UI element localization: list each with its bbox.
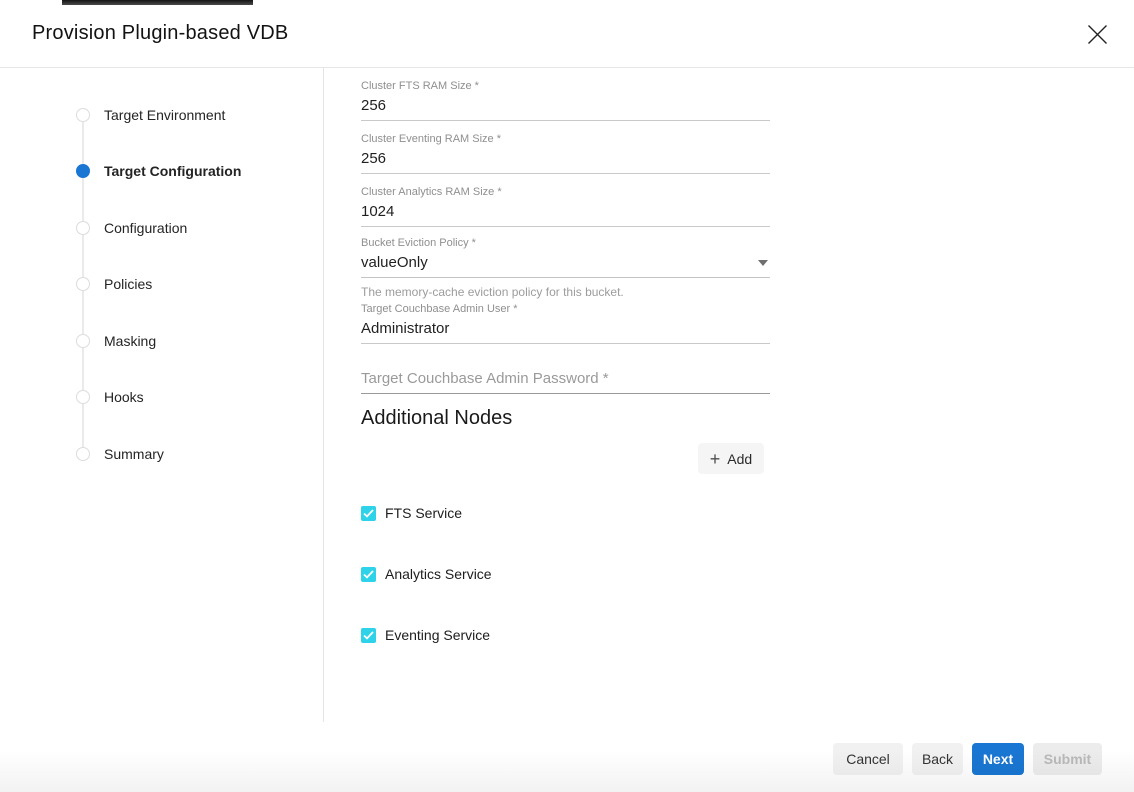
step-label: Configuration — [104, 220, 187, 236]
field-cluster-analytics-ram-size: Cluster Analytics RAM Size * — [361, 186, 770, 227]
stepper-item-target-environment[interactable]: Target Environment — [76, 105, 225, 125]
bottom-shadow — [0, 750, 1134, 792]
selected-option: valueOnly — [361, 254, 428, 271]
field-label: Cluster FTS RAM Size * — [361, 80, 770, 93]
checkmark-icon — [363, 570, 374, 579]
fts-service-checkbox-row[interactable]: FTS Service — [361, 505, 462, 521]
cluster-eventing-ram-size-input[interactable] — [361, 148, 770, 174]
checkmark-icon — [363, 509, 374, 518]
step-circle-icon — [76, 277, 90, 291]
checkbox-label: Eventing Service — [385, 627, 490, 643]
stepper-item-summary[interactable]: Summary — [76, 444, 164, 464]
checkbox-checked-icon[interactable] — [361, 506, 376, 521]
step-circle-icon — [76, 221, 90, 235]
dropdown-arrow-icon — [758, 260, 768, 266]
target-couchbase-admin-password-input[interactable] — [361, 368, 770, 394]
field-label: Cluster Analytics RAM Size * — [361, 186, 770, 199]
dialog-title: Provision Plugin-based VDB — [32, 22, 288, 45]
step-circle-icon — [76, 390, 90, 404]
cluster-fts-ram-size-input[interactable] — [361, 95, 770, 121]
step-label: Policies — [104, 276, 152, 292]
step-circle-icon — [76, 108, 90, 122]
field-cluster-fts-ram-size: Cluster FTS RAM Size * — [361, 80, 770, 121]
field-helper-text: The memory-cache eviction policy for thi… — [361, 285, 770, 299]
provision-vdb-dialog: Provision Plugin-based VDB Target Enviro… — [0, 0, 1134, 792]
close-button[interactable] — [1084, 21, 1110, 47]
cluster-analytics-ram-size-input[interactable] — [361, 201, 770, 227]
stepper-item-hooks[interactable]: Hooks — [76, 387, 144, 407]
field-label: Cluster Eventing RAM Size * — [361, 133, 770, 146]
step-label: Target Configuration — [104, 163, 241, 179]
field-target-couchbase-admin-user: Target Couchbase Admin User * — [361, 303, 770, 344]
field-bucket-eviction-policy: Bucket Eviction Policy * valueOnly The m… — [361, 237, 770, 299]
back-button[interactable]: Back — [912, 743, 963, 775]
checkbox-checked-icon[interactable] — [361, 567, 376, 582]
target-couchbase-admin-user-input[interactable] — [361, 318, 770, 344]
analytics-service-checkbox-row[interactable]: Analytics Service — [361, 566, 492, 582]
stepper-item-masking[interactable]: Masking — [76, 331, 156, 351]
additional-nodes-heading: Additional Nodes — [361, 407, 512, 430]
eventing-service-checkbox-row[interactable]: Eventing Service — [361, 627, 490, 643]
field-target-couchbase-admin-password — [361, 368, 770, 394]
checkbox-checked-icon[interactable] — [361, 628, 376, 643]
step-label: Target Environment — [104, 107, 225, 123]
field-label: Bucket Eviction Policy * — [361, 237, 770, 250]
add-node-button[interactable]: + Add — [698, 443, 764, 474]
close-icon — [1086, 23, 1109, 46]
checkmark-icon — [363, 631, 374, 640]
bucket-eviction-policy-select[interactable]: valueOnly — [361, 252, 770, 278]
checkbox-label: Analytics Service — [385, 566, 492, 582]
stepper-item-policies[interactable]: Policies — [76, 274, 152, 294]
step-circle-icon — [76, 447, 90, 461]
checkbox-label: FTS Service — [385, 505, 462, 521]
step-circle-active-icon — [76, 164, 90, 178]
step-label: Hooks — [104, 389, 144, 405]
field-cluster-eventing-ram-size: Cluster Eventing RAM Size * — [361, 133, 770, 174]
dialog-header: Provision Plugin-based VDB — [0, 0, 1134, 68]
step-label: Masking — [104, 333, 156, 349]
submit-button: Submit — [1033, 743, 1102, 775]
step-label: Summary — [104, 446, 164, 462]
step-circle-icon — [76, 334, 90, 348]
add-button-label: Add — [727, 451, 752, 467]
field-label: Target Couchbase Admin User * — [361, 303, 770, 316]
cancel-button[interactable]: Cancel — [833, 743, 903, 775]
plus-icon: + — [710, 452, 721, 466]
vertical-divider — [323, 68, 324, 722]
stepper-item-target-configuration[interactable]: Target Configuration — [76, 161, 241, 181]
stepper-item-configuration[interactable]: Configuration — [76, 218, 187, 238]
next-button[interactable]: Next — [972, 743, 1024, 775]
